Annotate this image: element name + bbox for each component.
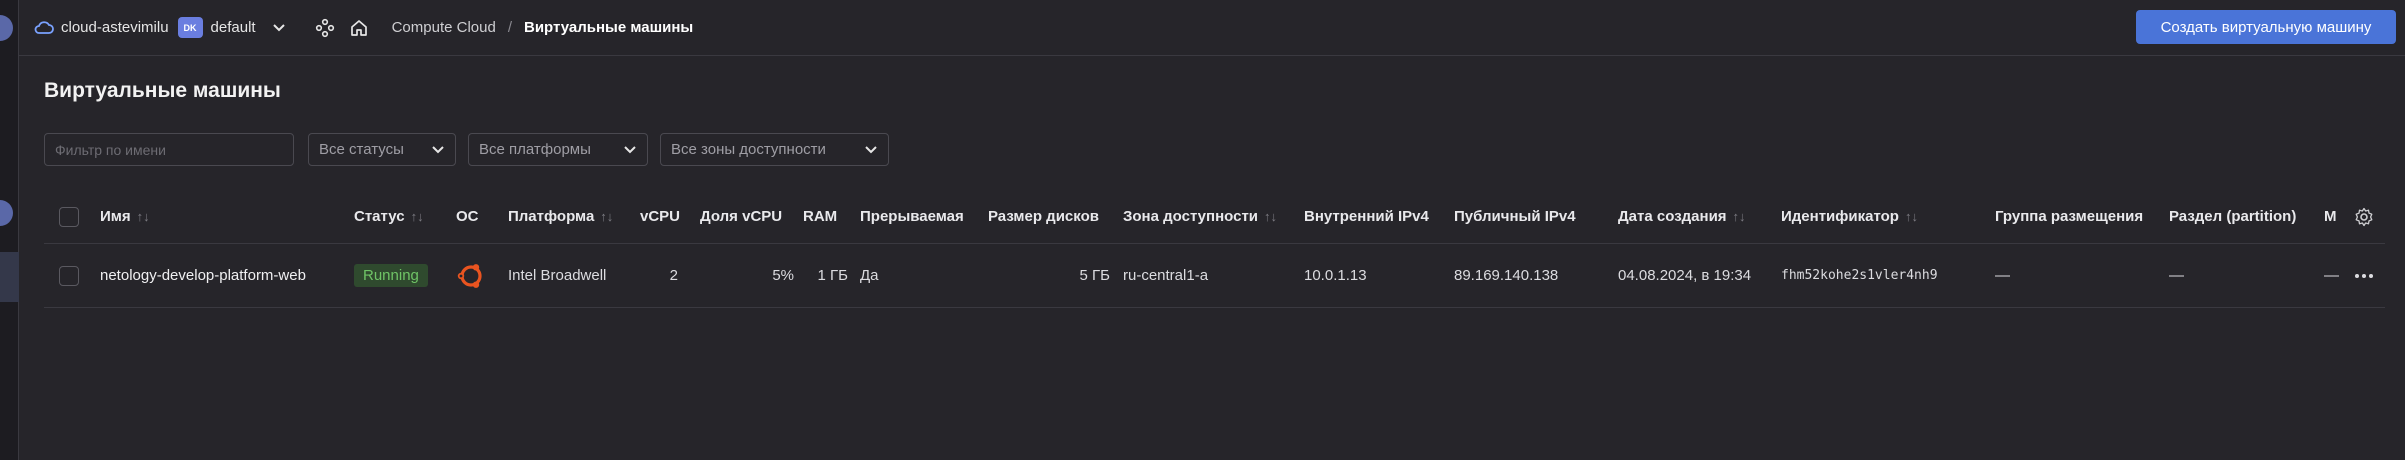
settings-gear-icon[interactable] <box>2354 190 2374 243</box>
cloud-icon[interactable] <box>33 17 55 39</box>
status-badge: Running <box>354 264 428 287</box>
id-value: fhm52kohe2s1vler4nh9 <box>1781 268 1938 283</box>
partition-value: — <box>2169 267 2184 284</box>
col-zone[interactable]: Зона доступности ↑↓ <box>1123 190 1277 243</box>
status-filter-select[interactable]: Все статусы <box>308 133 456 166</box>
col-id[interactable]: Идентификатор ↑↓ <box>1781 190 1918 243</box>
col-status-label: Статус <box>354 208 405 225</box>
col-partition: Раздел (partition) <box>2169 208 2297 225</box>
zone-value: ru-central1-a <box>1123 267 1209 284</box>
zone-filter-label: Все зоны доступности <box>671 141 826 158</box>
page-title: Виртуальные машины <box>44 79 281 102</box>
disk-size-value: 5 ГБ <box>1079 267 1110 284</box>
col-vcpu: vCPU <box>640 208 681 225</box>
select-all-checkbox[interactable] <box>59 190 79 243</box>
col-os: ОС <box>456 208 479 225</box>
table-row[interactable]: netology-develop-platform-web Running In… <box>44 244 2385 308</box>
top-header: cloud-astevimilu DK default Compute Clou… <box>19 0 2405 56</box>
app-root: cloud-astevimilu DK default Compute Clou… <box>0 0 2405 460</box>
breadcrumb-current: Виртуальные машины <box>524 19 694 36</box>
col-platform-label: Платформа <box>508 208 595 225</box>
col-placement-group: Группа размещения <box>1995 208 2144 225</box>
vcpu-value: 2 <box>669 267 678 284</box>
platform-filter-label: Все платформы <box>479 141 591 158</box>
col-zone-label: Зона доступности <box>1123 208 1259 225</box>
table-header-row: Имя ↑↓ Статус ↑↓ ОС Платформа ↑↓ vCPU Доля … <box>44 190 2385 244</box>
rail-menu-icon[interactable] <box>0 200 13 226</box>
more-actions-icon[interactable] <box>2354 244 2374 307</box>
row-checkbox[interactable] <box>59 244 79 307</box>
sort-icon[interactable]: ↑↓ <box>600 209 613 224</box>
vm-table: Имя ↑↓ Статус ↑↓ ОС Платформа ↑↓ vCPU Доля … <box>44 190 2385 308</box>
folder-name[interactable]: default <box>211 19 256 36</box>
platform-filter-select[interactable]: Все платформы <box>468 133 648 166</box>
public-ip-value: 89.169.140.138 <box>1454 267 1559 284</box>
col-platform[interactable]: Платформа ↑↓ <box>508 190 613 243</box>
internal-ip-value: 10.0.1.13 <box>1304 267 1367 284</box>
chevron-down-icon[interactable] <box>272 21 286 35</box>
sort-icon[interactable]: ↑↓ <box>1733 209 1746 224</box>
col-name[interactable]: Имя ↑↓ <box>100 190 150 243</box>
sort-icon[interactable]: ↑↓ <box>1905 209 1918 224</box>
col-internal-ip: Внутренний IPv4 <box>1304 208 1429 225</box>
col-status[interactable]: Статус ↑↓ <box>354 190 424 243</box>
home-icon[interactable] <box>348 17 370 39</box>
platform-value: Intel Broadwell <box>508 267 607 284</box>
rail-avatar-icon[interactable] <box>0 15 13 41</box>
rail-active-item[interactable] <box>0 252 19 302</box>
status-cell: Running <box>354 244 428 307</box>
chevron-down-icon <box>624 145 636 153</box>
col-created[interactable]: Дата создания ↑↓ <box>1618 190 1746 243</box>
breadcrumb-compute-cloud[interactable]: Compute Cloud <box>392 19 496 36</box>
col-id-label: Идентификатор <box>1781 208 1899 225</box>
name-filter-input[interactable] <box>44 133 294 166</box>
filters-bar: Все статусы Все платформы Все зоны досту… <box>44 133 889 166</box>
cloud-name[interactable]: cloud-astevimilu <box>61 19 169 36</box>
col-created-label: Дата создания <box>1618 208 1727 225</box>
preemptible-value: Да <box>860 267 879 284</box>
col-public-ip: Публичный IPv4 <box>1454 208 1576 225</box>
sort-icon[interactable]: ↑↓ <box>137 209 150 224</box>
m-value: — <box>2324 267 2339 284</box>
sort-icon[interactable]: ↑↓ <box>1264 209 1277 224</box>
created-value: 04.08.2024, в 19:34 <box>1618 267 1752 284</box>
ram-value: 1 ГБ <box>817 267 848 284</box>
create-vm-button[interactable]: Создать виртуальную машину <box>2136 10 2396 44</box>
col-disk-size: Размер дисков <box>988 208 1099 225</box>
chevron-down-icon <box>865 145 877 153</box>
col-vcpu-share: Доля vCPU <box>700 208 783 225</box>
left-rail <box>0 0 19 460</box>
status-filter-label: Все статусы <box>319 141 404 158</box>
zone-filter-select[interactable]: Все зоны доступности <box>660 133 889 166</box>
vcpu-share-value: 5% <box>772 267 794 284</box>
col-ram: RAM <box>803 208 838 225</box>
placement-group-value: — <box>1995 267 2010 284</box>
services-icon[interactable] <box>314 17 336 39</box>
vm-name[interactable]: netology-develop-platform-web <box>100 244 306 307</box>
col-name-label: Имя <box>100 208 131 225</box>
chevron-down-icon <box>432 145 444 153</box>
col-m: М <box>2324 208 2337 225</box>
ubuntu-icon <box>456 244 486 307</box>
col-preemptible: Прерываемая <box>860 208 964 225</box>
breadcrumb-separator: / <box>507 19 512 36</box>
folder-badge: DK <box>177 17 203 38</box>
sort-icon[interactable]: ↑↓ <box>411 209 424 224</box>
